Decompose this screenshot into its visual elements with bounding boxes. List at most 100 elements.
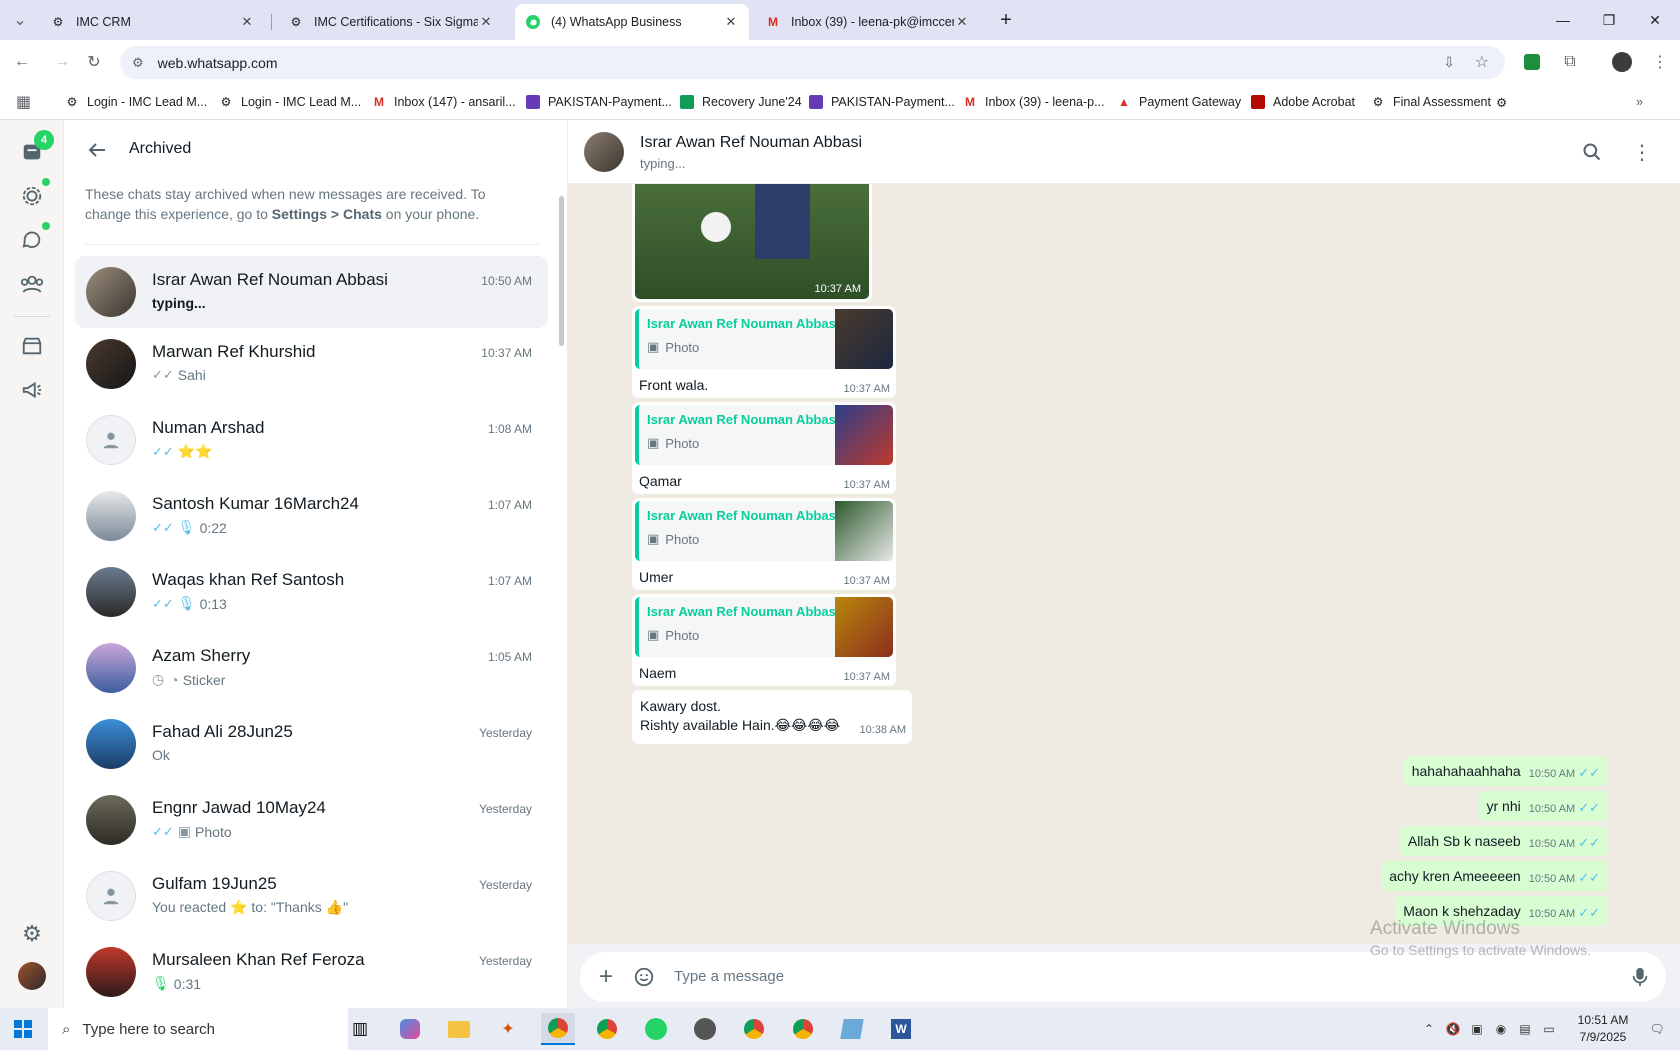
close-tab-icon[interactable]: ✕: [478, 14, 494, 30]
whatsapp-icon[interactable]: [639, 1013, 673, 1045]
app-icon[interactable]: ✦: [491, 1013, 525, 1045]
quoted-reply[interactable]: Israr Awan Ref Nouman Abbasi ▣ Photo: [635, 597, 893, 657]
contact-avatar[interactable]: [584, 132, 624, 172]
chat-item-waqas-khan[interactable]: Waqas khan Ref Santosh 1:07 AM ✓✓ 🎙 0:13: [75, 556, 548, 628]
install-app-icon[interactable]: ⇩: [1443, 54, 1455, 71]
profile-avatar[interactable]: [16, 960, 48, 992]
extensions-puzzle-icon[interactable]: ⧉: [1558, 50, 1582, 74]
chrome-icon[interactable]: [541, 1013, 575, 1045]
word-icon[interactable]: W: [884, 1013, 918, 1045]
file-explorer-icon[interactable]: [442, 1013, 476, 1045]
scrollbar[interactable]: [559, 196, 564, 346]
chat-item-engnr-jawad[interactable]: Engnr Jawad 10May24 Yesterday ✓✓ ▣ Photo: [75, 784, 548, 856]
search-icon[interactable]: [1580, 140, 1604, 164]
taskbar-search[interactable]: ⌕ Type here to search: [48, 1008, 348, 1050]
network-icon[interactable]: ▭: [1540, 1020, 1558, 1038]
bookmark-payment-gateway[interactable]: ▲ Payment Gateway: [1116, 92, 1241, 112]
bookmark-pakistan-payment-1[interactable]: PAKISTAN-Payment...: [525, 92, 672, 112]
bookmark-star-icon[interactable]: ☆: [1475, 52, 1489, 72]
bookmark-login-imc-1[interactable]: ⚙ Login - IMC Lead M...: [64, 92, 208, 112]
close-window-icon[interactable]: ✕: [1632, 0, 1678, 40]
outgoing-message[interactable]: achy kren Ameeeeen 10:50 AM ✓✓: [1381, 861, 1608, 891]
message-input[interactable]: Type a message: [674, 968, 784, 985]
tab-gmail-inbox[interactable]: M Inbox (39) - leena-pk@imccerti ✕: [755, 4, 980, 40]
chat-item-fahad-ali[interactable]: Fahad Ali 28Jun25 Yesterday Ok: [75, 708, 548, 780]
message-image[interactable]: 10:37 AM: [635, 184, 869, 299]
tray-app-icon[interactable]: ▤: [1516, 1020, 1534, 1038]
copilot-icon[interactable]: [393, 1013, 427, 1045]
quoted-reply[interactable]: Israr Awan Ref Nouman Abbasi ▣ Photo: [635, 309, 893, 369]
tab-imc-crm[interactable]: ⚙ IMC CRM ✕: [40, 4, 265, 40]
chat-item-mursaleen-khan[interactable]: Mursaleen Khan Ref Feroza Yesterday 🎙 0:3…: [75, 936, 548, 1008]
minimize-icon[interactable]: —: [1540, 0, 1586, 40]
more-bookmarks-chevron-icon[interactable]: »: [1636, 92, 1643, 112]
site-info-icon[interactable]: ⚙: [132, 55, 144, 71]
url-text[interactable]: web.whatsapp.com: [158, 55, 278, 71]
communities-icon[interactable]: [16, 268, 48, 300]
tray-app-icon[interactable]: ▣: [1468, 1020, 1486, 1038]
contact-name[interactable]: Israr Awan Ref Nouman Abbasi: [640, 134, 862, 152]
bookmark-final-assessment[interactable]: ⚙ Final Assessment: [1370, 92, 1491, 112]
quoted-message[interactable]: Israr Awan Ref Nouman Abbasi ▣ Photo Fron…: [632, 306, 896, 398]
image-message[interactable]: 10:37 AM: [632, 184, 872, 302]
profile-avatar[interactable]: [1610, 50, 1634, 74]
chat-item-santosh-kumar[interactable]: Santosh Kumar 16March24 1:07 AM ✓✓ 🎙 0:22: [75, 480, 548, 552]
quoted-reply[interactable]: Israr Awan Ref Nouman Abbasi ▣ Photo: [635, 501, 893, 561]
restore-icon[interactable]: ❐: [1586, 0, 1632, 40]
address-bar[interactable]: ⚙ web.whatsapp.com ⇩ ☆: [120, 46, 1505, 79]
bookmark-recovery-june[interactable]: Recovery June'24: [679, 92, 802, 112]
back-arrow-icon[interactable]: ←: [10, 50, 34, 74]
tab-imc-certifications[interactable]: ⚙ IMC Certifications - Six Sigma G ✕: [278, 4, 504, 40]
back-arrow-icon[interactable]: [85, 138, 109, 162]
imc-icon[interactable]: ⚙: [1496, 92, 1507, 112]
bookmark-inbox-147[interactable]: M Inbox (147) - ansaril...: [371, 92, 516, 112]
taskbar-clock[interactable]: 10:51 AM 7/9/2025: [1568, 1012, 1638, 1046]
tray-app-icon[interactable]: ◉: [1492, 1020, 1510, 1038]
reload-icon[interactable]: ↻: [82, 50, 106, 74]
new-tab-plus-icon[interactable]: +: [994, 8, 1018, 32]
quoted-message[interactable]: Israr Awan Ref Nouman Abbasi ▣ Photo Qama…: [632, 402, 896, 494]
quoted-reply[interactable]: Israr Awan Ref Nouman Abbasi ▣ Photo: [635, 405, 893, 465]
close-tab-icon[interactable]: ✕: [954, 14, 970, 30]
sticker-emoji-icon[interactable]: [632, 965, 656, 989]
chat-item-numan-arshad[interactable]: Numan Arshad 1:08 AM ✓✓ ⭐⭐: [75, 404, 548, 476]
app-icon[interactable]: [835, 1013, 869, 1045]
chrome-icon[interactable]: [590, 1013, 624, 1045]
message-composer[interactable]: + Type a message: [580, 952, 1666, 1002]
incoming-message[interactable]: Kawary dost. Rishty available Hain.😂😂😂😂 …: [632, 690, 912, 744]
catalog-store-icon[interactable]: [16, 330, 48, 362]
tab-whatsapp-business[interactable]: (4) WhatsApp Business ✕: [515, 4, 749, 40]
task-view-icon[interactable]: ▥: [343, 1013, 377, 1045]
advertise-megaphone-icon[interactable]: [16, 374, 48, 406]
quoted-message[interactable]: Israr Awan Ref Nouman Abbasi ▣ Photo Naem…: [632, 594, 896, 686]
tab-search-chevron-icon[interactable]: ⌄: [8, 8, 32, 32]
microphone-icon[interactable]: [1628, 965, 1652, 989]
quoted-message[interactable]: Israr Awan Ref Nouman Abbasi ▣ Photo Umer…: [632, 498, 896, 590]
notifications-icon[interactable]: 🗨: [1648, 1020, 1666, 1038]
volume-muted-icon[interactable]: 🔇: [1444, 1020, 1462, 1038]
forward-arrow-icon[interactable]: →: [50, 50, 74, 74]
apps-grid-icon[interactable]: ▦: [16, 92, 31, 112]
tray-chevron-icon[interactable]: ⌃: [1420, 1020, 1438, 1038]
chat-item-gulfam[interactable]: Gulfam 19Jun25 Yesterday You reacted ⭐ t…: [75, 860, 548, 932]
outgoing-message[interactable]: yr nhi 10:50 AM ✓✓: [1478, 791, 1608, 821]
bookmark-pakistan-payment-2[interactable]: PAKISTAN-Payment...: [808, 92, 955, 112]
outgoing-message[interactable]: hahahahaahhaha 10:50 AM ✓✓: [1403, 756, 1608, 786]
chat-item-israr-awan[interactable]: Israr Awan Ref Nouman Abbasi 10:50 AM ty…: [75, 256, 548, 328]
chat-item-azam-sherry[interactable]: Azam Sherry 1:05 AM ◷ ◔ Sticker: [75, 632, 548, 704]
bookmark-inbox-39[interactable]: M Inbox (39) - leena-p...: [962, 92, 1105, 112]
app-icon[interactable]: [688, 1013, 722, 1045]
conversation-header[interactable]: Israr Awan Ref Nouman Abbasi typing... ⋮: [568, 120, 1680, 184]
settings-gear-icon[interactable]: ⚙: [16, 918, 48, 950]
extension-icon[interactable]: [1520, 50, 1544, 74]
bookmark-adobe-acrobat[interactable]: Adobe Acrobat: [1250, 92, 1355, 112]
outgoing-message[interactable]: Allah Sb k naseeb 10:50 AM ✓✓: [1399, 826, 1608, 856]
chrome-icon[interactable]: [786, 1013, 820, 1045]
chat-item-marwan[interactable]: Marwan Ref Khurshid 10:37 AM ✓✓ Sahi: [75, 328, 548, 400]
browser-menu-icon[interactable]: ⋮: [1648, 50, 1672, 74]
close-tab-icon[interactable]: ✕: [239, 14, 255, 30]
attach-plus-icon[interactable]: +: [594, 963, 618, 990]
windows-start-icon[interactable]: [6, 1013, 40, 1045]
chrome-icon[interactable]: [737, 1013, 771, 1045]
menu-kebab-icon[interactable]: ⋮: [1630, 140, 1654, 164]
